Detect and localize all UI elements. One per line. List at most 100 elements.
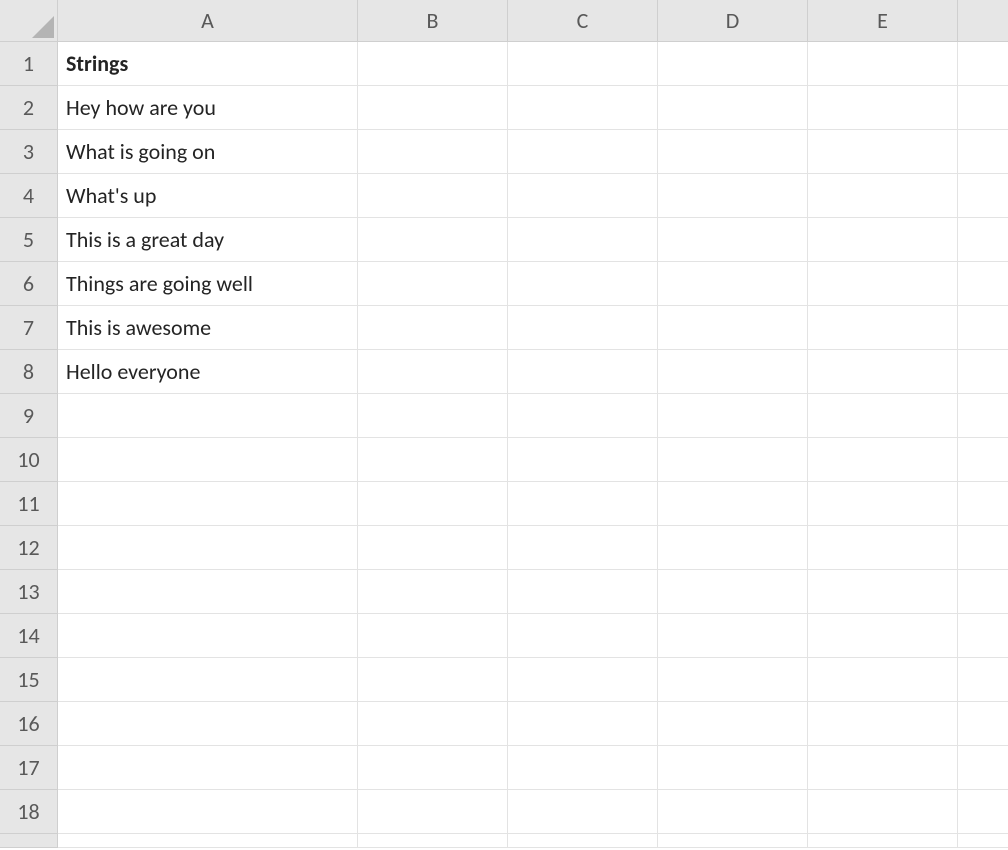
column-header-extra[interactable]: [958, 0, 1008, 42]
row-header-6[interactable]: 6: [0, 262, 58, 306]
row-header-12[interactable]: 12: [0, 526, 58, 570]
cell-A10[interactable]: [58, 438, 358, 482]
row-header-7[interactable]: 7: [0, 306, 58, 350]
row-header-3[interactable]: 3: [0, 130, 58, 174]
cell-A12[interactable]: [58, 526, 358, 570]
row-header-11[interactable]: 11: [0, 482, 58, 526]
cell-C8[interactable]: [508, 350, 658, 394]
cell-A5[interactable]: This is a great day: [58, 218, 358, 262]
cell-B16[interactable]: [358, 702, 508, 746]
row-header-14[interactable]: 14: [0, 614, 58, 658]
cell-D16[interactable]: [658, 702, 808, 746]
cell-F6[interactable]: [958, 262, 1008, 306]
cell-C9[interactable]: [508, 394, 658, 438]
cell-C13[interactable]: [508, 570, 658, 614]
cell-A9[interactable]: [58, 394, 358, 438]
cell-C16[interactable]: [508, 702, 658, 746]
cell-C4[interactable]: [508, 174, 658, 218]
cell-B13[interactable]: [358, 570, 508, 614]
cell-E8[interactable]: [808, 350, 958, 394]
cell-C17[interactable]: [508, 746, 658, 790]
cell-E5[interactable]: [808, 218, 958, 262]
cell-A6[interactable]: Things are going well: [58, 262, 358, 306]
cell-C1[interactable]: [508, 42, 658, 86]
cell-A17[interactable]: [58, 746, 358, 790]
cell-A18[interactable]: [58, 790, 358, 834]
cell-E18[interactable]: [808, 790, 958, 834]
row-header-2[interactable]: 2: [0, 86, 58, 130]
row-header-17[interactable]: 17: [0, 746, 58, 790]
cell-E1[interactable]: [808, 42, 958, 86]
cell-B3[interactable]: [358, 130, 508, 174]
cell-F1[interactable]: [958, 42, 1008, 86]
cell-C11[interactable]: [508, 482, 658, 526]
cell-F12[interactable]: [958, 526, 1008, 570]
cell-F17[interactable]: [958, 746, 1008, 790]
cell-A1[interactable]: Strings: [58, 42, 358, 86]
cell-A13[interactable]: [58, 570, 358, 614]
cell-C2[interactable]: [508, 86, 658, 130]
cell-F7[interactable]: [958, 306, 1008, 350]
cell-D10[interactable]: [658, 438, 808, 482]
cell-F18[interactable]: [958, 790, 1008, 834]
cell-A11[interactable]: [58, 482, 358, 526]
cell-C10[interactable]: [508, 438, 658, 482]
row-header-1[interactable]: 1: [0, 42, 58, 86]
cell-D5[interactable]: [658, 218, 808, 262]
cell-D7[interactable]: [658, 306, 808, 350]
cell-B18[interactable]: [358, 790, 508, 834]
cell-A7[interactable]: This is awesome: [58, 306, 358, 350]
cell-F3[interactable]: [958, 130, 1008, 174]
cell-D6[interactable]: [658, 262, 808, 306]
cell-partial-1[interactable]: [358, 834, 508, 848]
column-header-C[interactable]: C: [508, 0, 658, 42]
cell-D3[interactable]: [658, 130, 808, 174]
cell-F5[interactable]: [958, 218, 1008, 262]
column-header-E[interactable]: E: [808, 0, 958, 42]
cell-E14[interactable]: [808, 614, 958, 658]
cell-D1[interactable]: [658, 42, 808, 86]
cell-F9[interactable]: [958, 394, 1008, 438]
cell-partial-5[interactable]: [958, 834, 1008, 848]
cell-D11[interactable]: [658, 482, 808, 526]
cell-C18[interactable]: [508, 790, 658, 834]
cell-D12[interactable]: [658, 526, 808, 570]
cell-D13[interactable]: [658, 570, 808, 614]
cell-E11[interactable]: [808, 482, 958, 526]
cell-A16[interactable]: [58, 702, 358, 746]
cell-E12[interactable]: [808, 526, 958, 570]
cell-D15[interactable]: [658, 658, 808, 702]
cell-E2[interactable]: [808, 86, 958, 130]
cell-C14[interactable]: [508, 614, 658, 658]
cell-B5[interactable]: [358, 218, 508, 262]
cell-C7[interactable]: [508, 306, 658, 350]
cell-A4[interactable]: What's up: [58, 174, 358, 218]
cell-B9[interactable]: [358, 394, 508, 438]
cell-E6[interactable]: [808, 262, 958, 306]
cell-F15[interactable]: [958, 658, 1008, 702]
row-header-18[interactable]: 18: [0, 790, 58, 834]
cell-F14[interactable]: [958, 614, 1008, 658]
cell-A3[interactable]: What is going on: [58, 130, 358, 174]
cell-C6[interactable]: [508, 262, 658, 306]
cell-B7[interactable]: [358, 306, 508, 350]
cell-D4[interactable]: [658, 174, 808, 218]
cell-D18[interactable]: [658, 790, 808, 834]
cell-E17[interactable]: [808, 746, 958, 790]
cell-B1[interactable]: [358, 42, 508, 86]
row-header-13[interactable]: 13: [0, 570, 58, 614]
cell-F16[interactable]: [958, 702, 1008, 746]
cell-A2[interactable]: Hey how are you: [58, 86, 358, 130]
cell-B4[interactable]: [358, 174, 508, 218]
cell-C5[interactable]: [508, 218, 658, 262]
cell-B10[interactable]: [358, 438, 508, 482]
row-header-9[interactable]: 9: [0, 394, 58, 438]
cell-partial-3[interactable]: [658, 834, 808, 848]
cell-B12[interactable]: [358, 526, 508, 570]
cell-D2[interactable]: [658, 86, 808, 130]
row-header-8[interactable]: 8: [0, 350, 58, 394]
cell-E10[interactable]: [808, 438, 958, 482]
cell-D9[interactable]: [658, 394, 808, 438]
cell-D14[interactable]: [658, 614, 808, 658]
cell-F13[interactable]: [958, 570, 1008, 614]
